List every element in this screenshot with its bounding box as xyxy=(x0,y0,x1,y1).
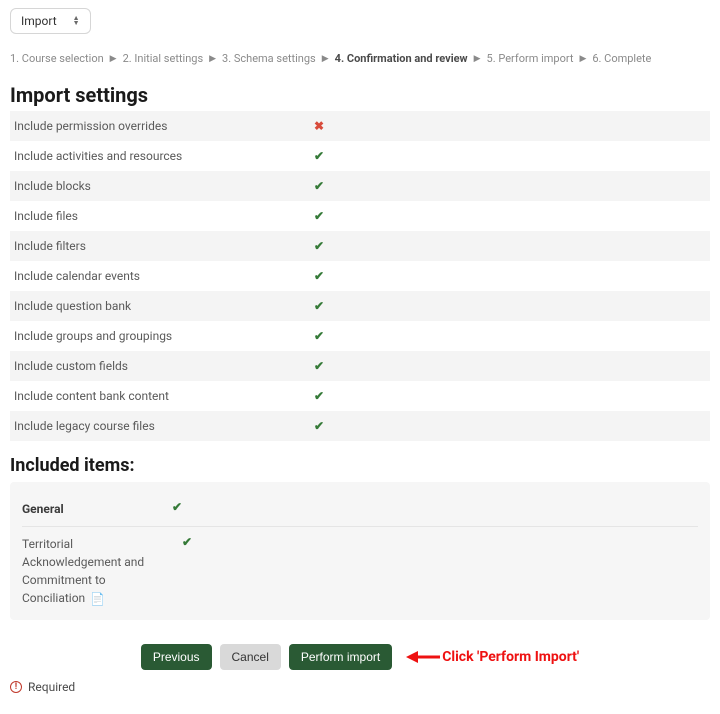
required-label: Required xyxy=(28,680,75,694)
chevron-right-icon: ▶ xyxy=(110,54,117,64)
annotation-text: Click 'Perform Import' xyxy=(442,649,579,665)
page-icon: 📄 xyxy=(90,590,105,608)
info-icon: ! xyxy=(10,681,22,693)
setting-label: Include custom fields xyxy=(14,359,314,373)
included-items-box: General ✔ Territorial Acknowledgement and … xyxy=(10,482,710,620)
mode-dropdown-label: Import xyxy=(21,14,57,28)
cancel-button-label: Cancel xyxy=(232,650,269,664)
chevron-right-icon: ▶ xyxy=(579,54,586,64)
breadcrumb: 1. Course selection ▶ 2. Initial settings ▶… xyxy=(10,52,710,65)
check-icon: ✔ xyxy=(314,359,344,373)
setting-label: Include activities and resources xyxy=(14,149,314,163)
annotation: Click 'Perform Import' xyxy=(406,648,579,666)
chevron-right-icon: ▶ xyxy=(209,54,216,64)
check-icon: ✔ xyxy=(182,535,192,549)
check-icon: ✔ xyxy=(314,209,344,223)
mode-dropdown[interactable]: Import ▲▼ xyxy=(10,8,91,34)
included-section-header: General ✔ xyxy=(22,490,698,527)
setting-label: Include blocks xyxy=(14,179,314,193)
setting-row: Include custom fields✔ xyxy=(10,351,710,381)
previous-button-label: Previous xyxy=(153,650,200,664)
setting-row: Include permission overrides✖ xyxy=(10,111,710,141)
required-indicator: ! Required xyxy=(10,680,710,694)
chevron-right-icon: ▶ xyxy=(474,54,481,64)
setting-row: Include blocks✔ xyxy=(10,171,710,201)
setting-label: Include calendar events xyxy=(14,269,314,283)
setting-label: Include legacy course files xyxy=(14,419,314,433)
setting-label: Include permission overrides xyxy=(14,119,314,133)
setting-row: Include content bank content✔ xyxy=(10,381,710,411)
setting-label: Include files xyxy=(14,209,314,223)
setting-label: Include content bank content xyxy=(14,389,314,403)
check-icon: ✔ xyxy=(314,419,344,433)
check-icon: ✔ xyxy=(172,500,182,514)
setting-row: Include calendar events✔ xyxy=(10,261,710,291)
arrow-left-icon xyxy=(406,648,442,666)
setting-label: Include filters xyxy=(14,239,314,253)
setting-row: Include legacy course files✔ xyxy=(10,411,710,441)
check-icon: ✔ xyxy=(314,299,344,313)
chevron-right-icon: ▶ xyxy=(322,54,329,64)
step-5: 5. Perform import xyxy=(487,52,574,65)
cross-icon: ✖ xyxy=(314,119,344,133)
step-3: 3. Schema settings xyxy=(222,52,316,65)
setting-row: Include groups and groupings✔ xyxy=(10,321,710,351)
setting-label: Include question bank xyxy=(14,299,314,313)
check-icon: ✔ xyxy=(314,149,344,163)
perform-import-button-label: Perform import xyxy=(301,650,380,664)
setting-row: Include activities and resources✔ xyxy=(10,141,710,171)
setting-row: Include filters✔ xyxy=(10,231,710,261)
import-settings-title: Import settings xyxy=(10,83,710,107)
check-icon: ✔ xyxy=(314,179,344,193)
check-icon: ✔ xyxy=(314,389,344,403)
setting-label: Include groups and groupings xyxy=(14,329,314,343)
check-icon: ✔ xyxy=(314,329,344,343)
included-items-title: Included items: xyxy=(10,455,710,476)
sort-icon: ▲▼ xyxy=(73,16,80,26)
setting-row: Include files✔ xyxy=(10,201,710,231)
included-item: Territorial Acknowledgement and Commitme… xyxy=(22,527,698,612)
check-icon: ✔ xyxy=(314,239,344,253)
step-1: 1. Course selection xyxy=(10,52,104,65)
step-4: 4. Confirmation and review xyxy=(335,52,468,65)
included-section-title: General xyxy=(22,500,132,516)
check-icon: ✔ xyxy=(314,269,344,283)
import-settings-list: Include permission overrides✖Include act… xyxy=(10,111,710,441)
step-6: 6. Complete xyxy=(592,52,651,65)
included-item-label: Territorial Acknowledgement and Commitme… xyxy=(22,535,152,608)
setting-row: Include question bank✔ xyxy=(10,291,710,321)
step-2: 2. Initial settings xyxy=(123,52,204,65)
